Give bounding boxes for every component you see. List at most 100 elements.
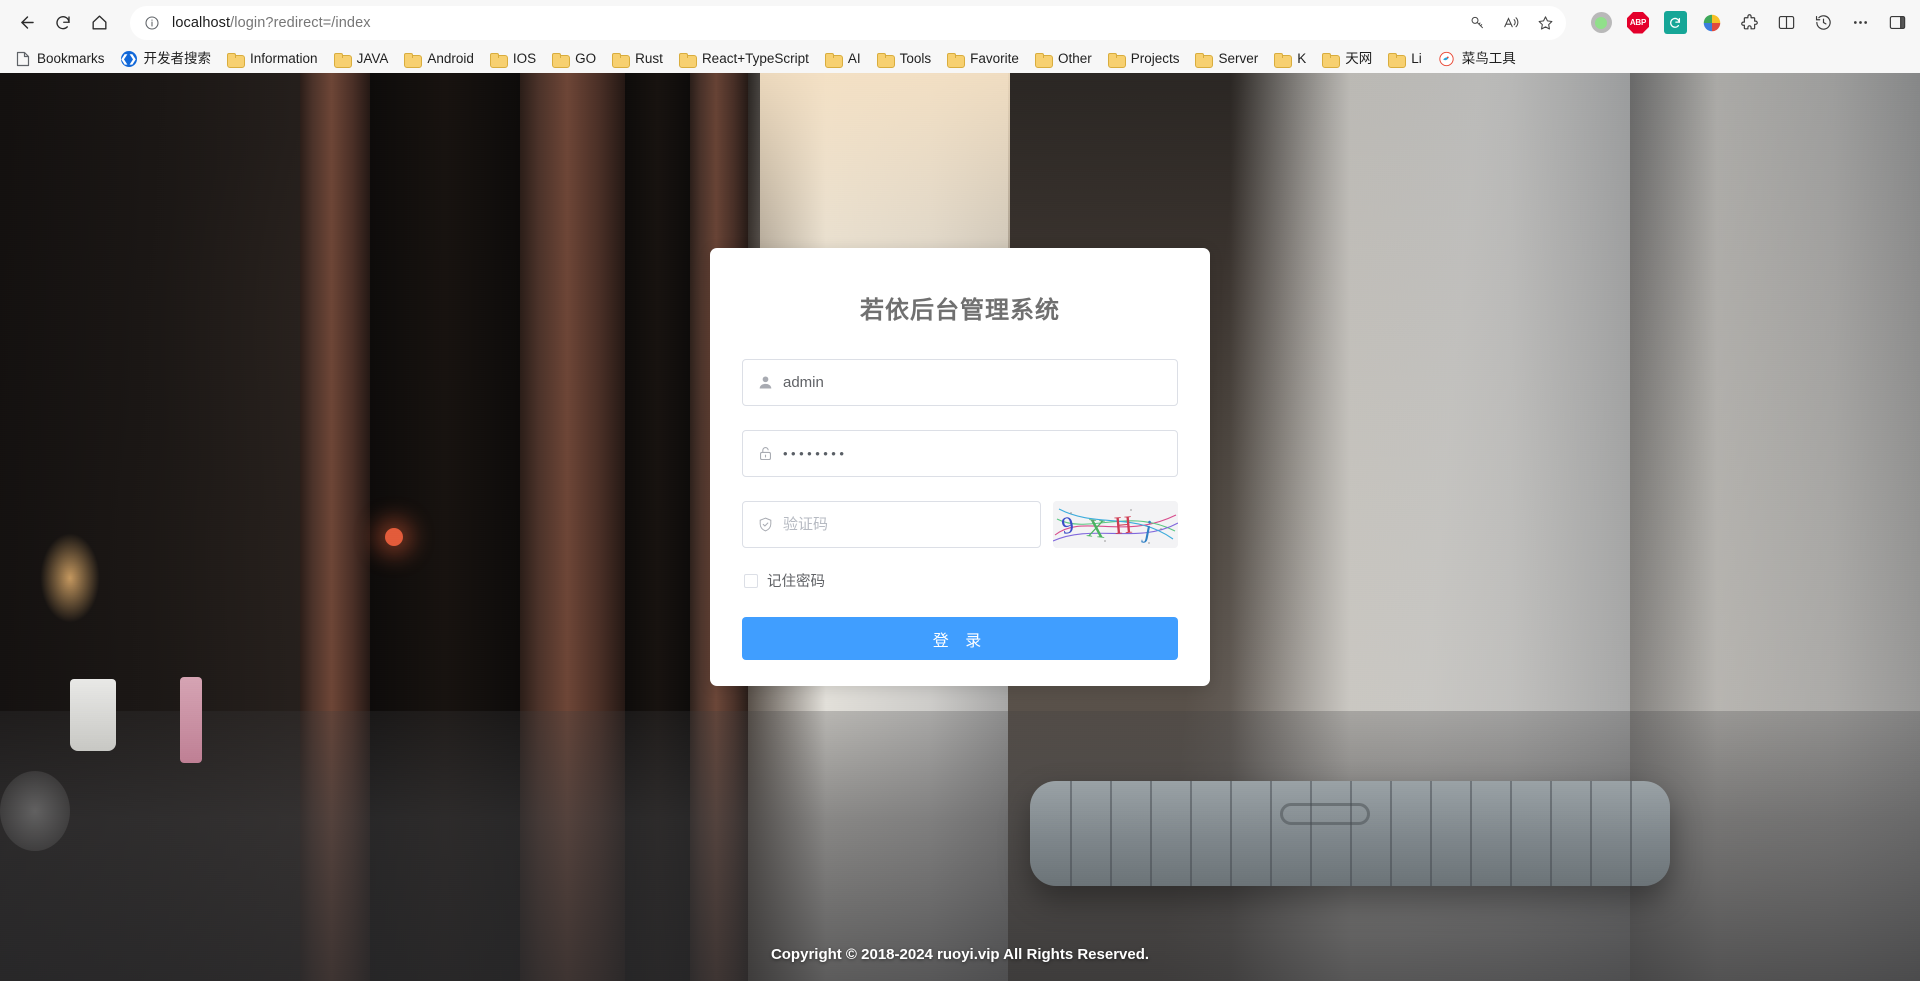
password-masked-value: •••••••• — [783, 446, 848, 461]
bookmark-item-dev-search[interactable]: ❮❯ 开发者搜索 — [113, 48, 220, 70]
folder-icon — [404, 52, 423, 68]
bookmark-label: Server — [1218, 51, 1259, 67]
bookmark-label: Projects — [1130, 51, 1180, 67]
bird-icon — [1438, 51, 1455, 67]
extensions-area: ABP — [1576, 10, 1910, 36]
favorite-star-icon[interactable] — [1530, 8, 1560, 38]
bookmark-item-cainiao-tools[interactable]: 菜鸟工具 — [1430, 48, 1524, 70]
lock-icon — [755, 444, 775, 464]
shield-check-icon — [755, 515, 775, 535]
folder-icon — [552, 52, 571, 68]
bookmark-label: Li — [1411, 51, 1422, 67]
bookmark-item-react-typescript[interactable]: React+TypeScript — [671, 49, 817, 69]
bookmark-item-go[interactable]: GO — [544, 49, 604, 69]
bookmark-item-projects[interactable]: Projects — [1100, 49, 1188, 69]
captcha-input[interactable] — [783, 502, 1028, 547]
puzzle-icon[interactable] — [1736, 10, 1762, 36]
dev-search-icon: ❮❯ — [120, 51, 137, 67]
history-icon[interactable] — [1810, 10, 1836, 36]
url-host: localhost — [172, 14, 231, 31]
captcha-row: 9 X H j — [742, 501, 1178, 548]
back-button[interactable] — [10, 6, 44, 40]
bookmark-item-k[interactable]: K — [1266, 49, 1314, 69]
multicolor-icon[interactable] — [1699, 10, 1725, 36]
bookmark-item-li[interactable]: Li — [1380, 49, 1430, 69]
bookmark-item-information[interactable]: Information — [219, 49, 326, 69]
refresh-button[interactable] — [46, 6, 80, 40]
bookmark-item-favorite[interactable]: Favorite — [939, 49, 1027, 69]
bookmark-item-tianwang[interactable]: 天网 — [1314, 49, 1380, 69]
folder-icon — [612, 52, 631, 68]
password-field[interactable]: •••••••• — [742, 430, 1178, 477]
folder-icon — [1107, 52, 1126, 68]
abp-label: ABP — [1627, 11, 1649, 34]
bookmark-label: 菜鸟工具 — [1461, 51, 1516, 67]
abp-icon[interactable]: ABP — [1625, 10, 1651, 36]
key-icon[interactable] — [1462, 8, 1492, 38]
remember-password-row[interactable]: 记住密码 — [744, 570, 1178, 591]
username-field[interactable] — [742, 359, 1178, 406]
info-circle-icon[interactable] — [144, 15, 160, 31]
folder-icon — [1274, 52, 1293, 68]
bookmark-item-other[interactable]: Other — [1027, 49, 1100, 69]
captcha-field[interactable] — [742, 501, 1041, 548]
folder-icon — [1034, 52, 1053, 68]
bookmark-label: Android — [427, 51, 474, 67]
bookmark-label: Other — [1057, 51, 1092, 67]
svg-text:H: H — [1113, 512, 1133, 540]
user-icon — [755, 373, 775, 393]
bookmark-label: JAVA — [356, 51, 389, 67]
bookmark-label: AI — [847, 51, 861, 67]
page-viewport: 若依后台管理系统 •••••••• — [0, 73, 1920, 981]
login-card: 若依后台管理系统 •••••••• — [710, 248, 1210, 686]
bookmark-label: Tools — [899, 51, 932, 67]
teal-refresh-icon[interactable] — [1662, 10, 1688, 36]
url-text: localhost/login?redirect=/index — [172, 15, 1462, 31]
browser-chrome: localhost/login?redirect=/index ABP Book… — [0, 0, 1920, 73]
folder-icon — [227, 52, 246, 68]
bookmark-item-rust[interactable]: Rust — [604, 49, 671, 69]
bookmark-label: Favorite — [970, 51, 1019, 67]
bookmark-item-server[interactable]: Server — [1187, 49, 1266, 69]
home-button[interactable] — [82, 6, 116, 40]
bookmark-label: Bookmarks — [37, 51, 105, 67]
bookmark-label: 天网 — [1345, 51, 1373, 67]
folder-icon — [1388, 52, 1407, 68]
folder-icon — [947, 52, 966, 68]
bookmark-label: Rust — [635, 51, 663, 67]
split-screen-icon[interactable] — [1773, 10, 1799, 36]
green-dot-icon[interactable] — [1588, 10, 1614, 36]
omnibox-actions — [1462, 8, 1560, 38]
folder-icon — [876, 52, 895, 68]
bookmark-label: IOS — [512, 51, 537, 67]
bookmark-label: GO — [575, 51, 597, 67]
bookmark-item-ios[interactable]: IOS — [482, 49, 544, 69]
folder-icon — [1322, 52, 1341, 68]
bookmark-item-tools[interactable]: Tools — [869, 49, 940, 69]
login-button[interactable]: 登 录 — [742, 617, 1178, 660]
footer-copyright: Copyright © 2018-2024 ruoyi.vip All Righ… — [770, 946, 1150, 963]
ellipsis-icon[interactable] — [1847, 10, 1873, 36]
bookmark-item-android[interactable]: Android — [396, 49, 482, 69]
bookmark-item-java[interactable]: JAVA — [326, 49, 397, 69]
remember-checkbox[interactable] — [744, 573, 758, 588]
folder-icon — [333, 52, 352, 68]
bookmark-label: React+TypeScript — [701, 51, 809, 67]
bookmarks-bar: Bookmarks ❮❯ 开发者搜索 Information JAVA Andr… — [0, 45, 1920, 73]
page-icon — [16, 51, 30, 67]
bookmark-label: 开发者搜索 — [143, 51, 212, 67]
sidebar-icon[interactable] — [1884, 10, 1910, 36]
bookmark-item-bookmarks[interactable]: Bookmarks — [8, 48, 113, 70]
folder-icon — [824, 52, 843, 68]
read-aloud-icon[interactable] — [1496, 8, 1526, 38]
page-title: 若依后台管理系统 — [860, 297, 1060, 324]
folder-icon — [489, 52, 508, 68]
browser-toolbar: localhost/login?redirect=/index ABP — [0, 0, 1920, 45]
url-path: /login?redirect=/index — [230, 14, 371, 31]
username-input[interactable] — [783, 360, 1165, 405]
captcha-image[interactable]: 9 X H j — [1053, 501, 1178, 548]
remember-label: 记住密码 — [767, 574, 825, 590]
folder-icon — [678, 52, 697, 68]
address-bar[interactable]: localhost/login?redirect=/index — [130, 5, 1566, 40]
bookmark-item-ai[interactable]: AI — [817, 49, 869, 69]
